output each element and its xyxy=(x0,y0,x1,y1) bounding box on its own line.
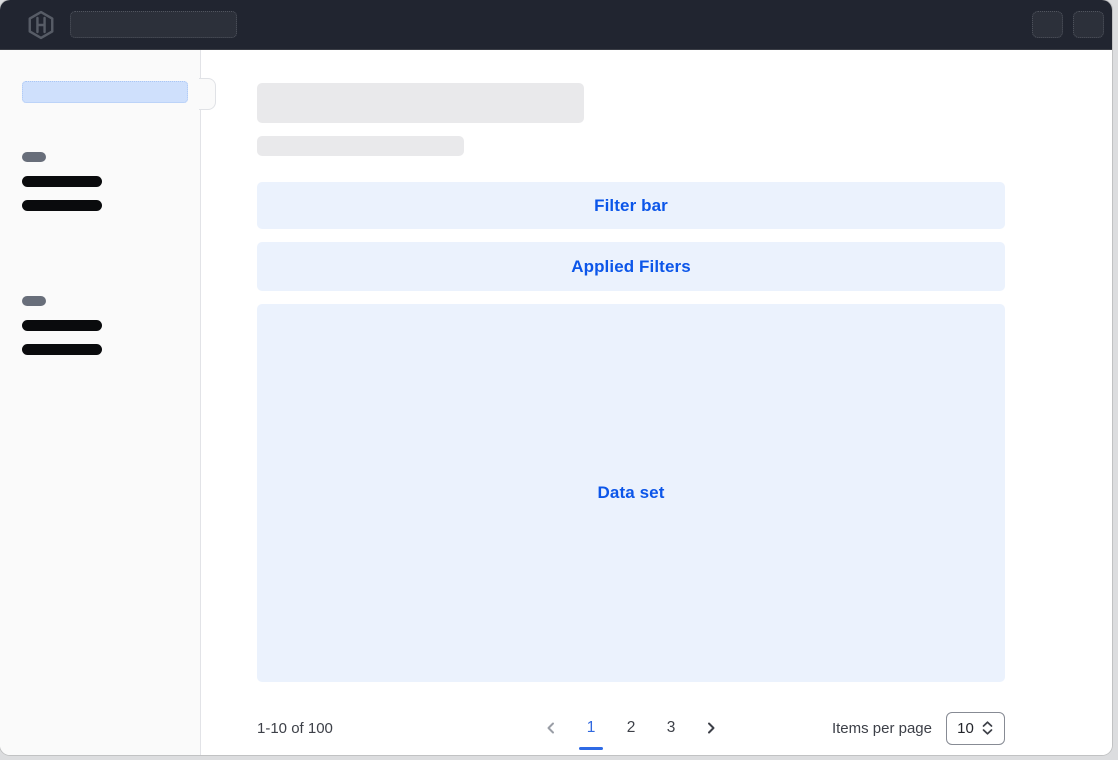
unfold-chevrons-icon xyxy=(981,720,994,736)
hashicorp-logo-icon xyxy=(24,8,57,41)
data-set-label: Data set xyxy=(598,483,665,503)
pagination-pages: 1 2 3 xyxy=(539,715,723,741)
chevron-right-icon[interactable] xyxy=(699,715,723,741)
topbar-action-placeholder-2[interactable] xyxy=(1073,11,1104,38)
applied-filters-label: Applied Filters xyxy=(571,257,691,277)
app-window: Filter bar Applied Filters Data set 1-10… xyxy=(0,0,1112,755)
pagination-page-1[interactable]: 1 xyxy=(579,715,603,741)
search-input-placeholder[interactable] xyxy=(70,11,237,38)
applied-filters-region: Applied Filters xyxy=(257,242,1005,291)
sidebar-section-title-placeholder-1 xyxy=(22,152,46,162)
items-per-page-group: Items per page 10 xyxy=(832,712,1005,745)
page-subtitle-placeholder xyxy=(257,136,464,156)
top-navigation-bar xyxy=(0,0,1112,50)
main-content: Filter bar Applied Filters Data set 1-10… xyxy=(201,50,1112,755)
sidebar-nav-item-placeholder-1[interactable] xyxy=(22,176,102,187)
items-per-page-value: 10 xyxy=(957,720,974,737)
filter-bar-label: Filter bar xyxy=(594,196,668,216)
sidebar-nav-item-placeholder-2[interactable] xyxy=(22,200,102,211)
page-title-placeholder xyxy=(257,83,584,123)
sidebar-collapse-handle[interactable] xyxy=(199,78,216,110)
sidebar-nav-item-placeholder-4[interactable] xyxy=(22,344,102,355)
filter-bar-region: Filter bar xyxy=(257,182,1005,229)
pagination-range-text: 1-10 of 100 xyxy=(257,720,333,737)
data-set-region: Data set xyxy=(257,304,1005,682)
sidebar-navigation xyxy=(0,50,201,755)
sidebar-nav-item-placeholder-3[interactable] xyxy=(22,320,102,331)
items-per-page-label: Items per page xyxy=(832,720,932,737)
pagination: 1-10 of 100 1 2 3 Items per page xyxy=(257,710,1005,746)
chevron-left-icon[interactable] xyxy=(539,715,563,741)
topbar-action-placeholder-1[interactable] xyxy=(1032,11,1063,38)
sidebar-section-title-placeholder-2 xyxy=(22,296,46,306)
items-per-page-select[interactable]: 10 xyxy=(946,712,1005,745)
pagination-page-2[interactable]: 2 xyxy=(619,715,643,741)
sidebar-active-item-placeholder[interactable] xyxy=(22,81,188,103)
pagination-page-3[interactable]: 3 xyxy=(659,715,683,741)
